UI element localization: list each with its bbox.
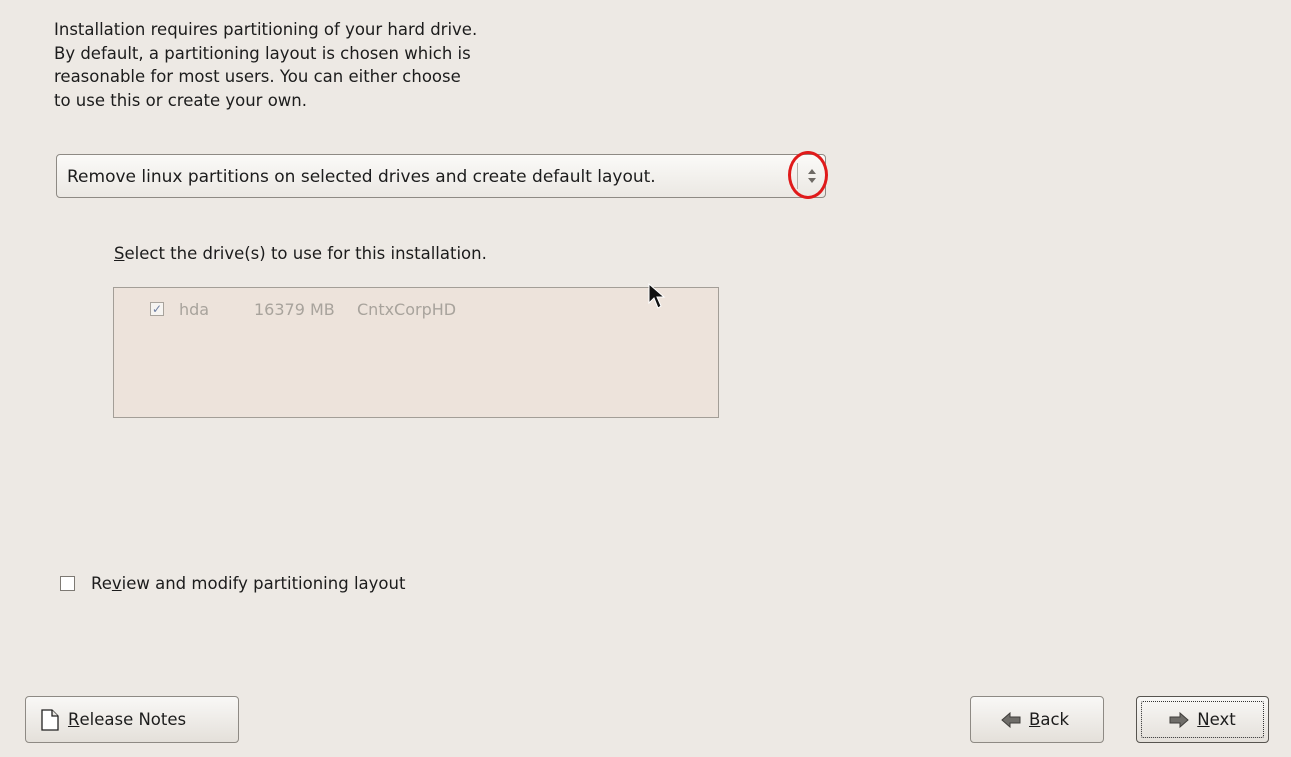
next-label: ext bbox=[1209, 710, 1236, 729]
partition-layout-combo[interactable]: Remove linux partitions on selected driv… bbox=[56, 154, 826, 198]
drive-model: CntxCorpHD bbox=[357, 299, 457, 319]
arrow-left-icon bbox=[1001, 711, 1021, 728]
review-label-mnemonic: v bbox=[111, 574, 122, 593]
release-notes-button[interactable]: Release Notes bbox=[25, 696, 239, 743]
review-partitioning-checkbox[interactable]: Re v iew and modify partitioning layout bbox=[60, 574, 405, 593]
up-down-arrows-icon[interactable] bbox=[804, 164, 820, 188]
release-notes-mnemonic: R bbox=[68, 710, 80, 729]
review-checkbox-box[interactable] bbox=[60, 576, 75, 591]
drive-list[interactable]: ✓ hda 16379 MB CntxCorpHD bbox=[113, 287, 719, 418]
back-label: ack bbox=[1040, 710, 1070, 729]
installer-page: Installation requires partitioning of yo… bbox=[0, 0, 1291, 757]
review-label-after: iew and modify partitioning layout bbox=[121, 574, 406, 593]
intro-text: Installation requires partitioning of yo… bbox=[54, 20, 478, 110]
document-icon bbox=[41, 708, 59, 731]
partition-layout-selected-value: Remove linux partitions on selected driv… bbox=[67, 167, 656, 187]
review-label-before: Re bbox=[91, 574, 112, 593]
drives-label: Select the drive(s) to use for this inst… bbox=[114, 243, 487, 265]
next-mnemonic: N bbox=[1197, 710, 1210, 729]
drives-label-mnemonic: S bbox=[114, 244, 125, 263]
back-mnemonic: B bbox=[1029, 710, 1041, 729]
combo-separator bbox=[797, 163, 798, 189]
drive-name: hda bbox=[179, 299, 210, 319]
release-notes-label: elease Notes bbox=[79, 710, 187, 729]
back-button[interactable]: Back bbox=[970, 696, 1104, 743]
top-strip bbox=[0, 0, 1291, 6]
drives-label-text: elect the drive(s) to use for this insta… bbox=[124, 244, 487, 263]
drive-row[interactable]: ✓ hda 16379 MB CntxCorpHD bbox=[150, 298, 456, 320]
next-button[interactable]: Next bbox=[1136, 696, 1269, 743]
drive-checkbox[interactable]: ✓ bbox=[150, 302, 164, 316]
arrow-right-icon bbox=[1169, 711, 1190, 728]
drive-size: 16379 MB bbox=[254, 299, 335, 319]
